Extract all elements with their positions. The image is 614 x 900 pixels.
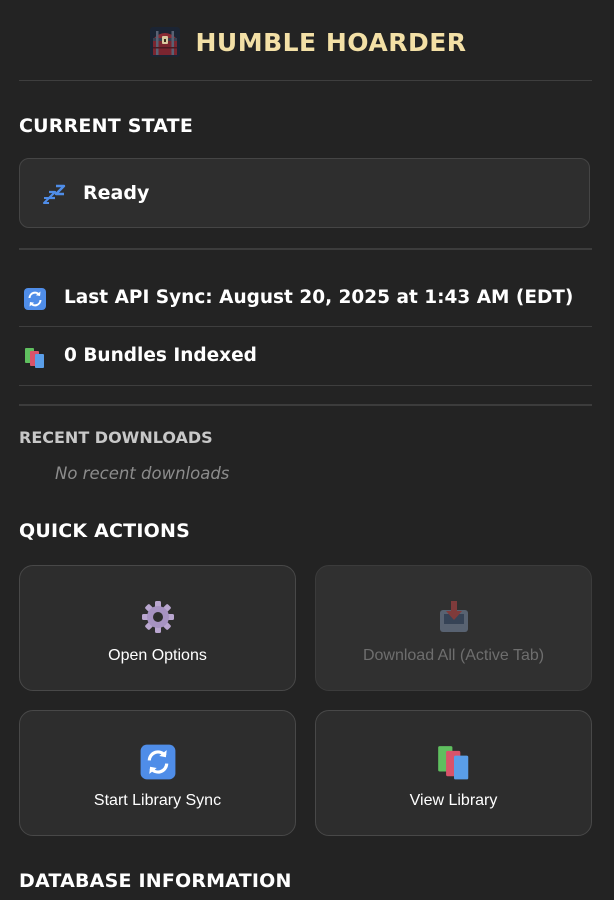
last-sync-row: Last API Sync: August 20, 2025 at 1:43 A…	[19, 279, 592, 319]
start-library-sync-button[interactable]: Start Library Sync	[19, 710, 296, 836]
info-divider	[19, 326, 592, 327]
open-options-label: Open Options	[108, 647, 207, 664]
last-sync-text: Last API Sync: August 20, 2025 at 1:43 A…	[64, 287, 574, 308]
view-library-button[interactable]: View Library	[315, 710, 592, 836]
status-text: Ready	[83, 182, 150, 204]
download-all-label: Download All (Active Tab)	[362, 647, 545, 664]
sleeping-zzz-icon	[42, 183, 68, 207]
app-title: HUMBLE HOARDER	[195, 27, 467, 57]
current-state-heading: CURRENT STATE	[19, 115, 194, 137]
sync-arrows-icon	[139, 743, 177, 781]
sync-arrows-icon	[23, 287, 47, 311]
database-info-heading: DATABASE INFORMATION	[19, 870, 292, 892]
state-divider	[19, 248, 592, 250]
open-options-button[interactable]: Open Options	[19, 565, 296, 691]
bundles-row: 0 Bundles Indexed	[19, 337, 592, 377]
info-section-divider	[19, 404, 592, 406]
gear-icon	[139, 598, 177, 636]
start-library-sync-label: Start Library Sync	[93, 792, 222, 809]
recent-downloads-heading: RECENT DOWNLOADS	[19, 428, 213, 447]
popup-page: HUMBLE HOARDER CURRENT STATE Ready Last …	[0, 0, 614, 900]
view-library-label: View Library	[409, 792, 498, 809]
recent-downloads-empty: No recent downloads	[55, 464, 230, 483]
status-panel: Ready	[19, 158, 590, 228]
books-stack-icon	[23, 345, 47, 369]
treasure-chest-icon	[147, 24, 183, 60]
books-stack-icon	[435, 743, 473, 781]
info-divider	[19, 385, 592, 386]
bundles-count-text: 0 Bundles Indexed	[64, 345, 257, 366]
download-all-button[interactable]: Download All (Active Tab)	[315, 565, 592, 691]
app-header: HUMBLE HOARDER	[0, 0, 614, 80]
header-divider	[19, 80, 592, 81]
inbox-download-icon	[435, 598, 473, 636]
quick-actions-heading: QUICK ACTIONS	[19, 520, 190, 542]
